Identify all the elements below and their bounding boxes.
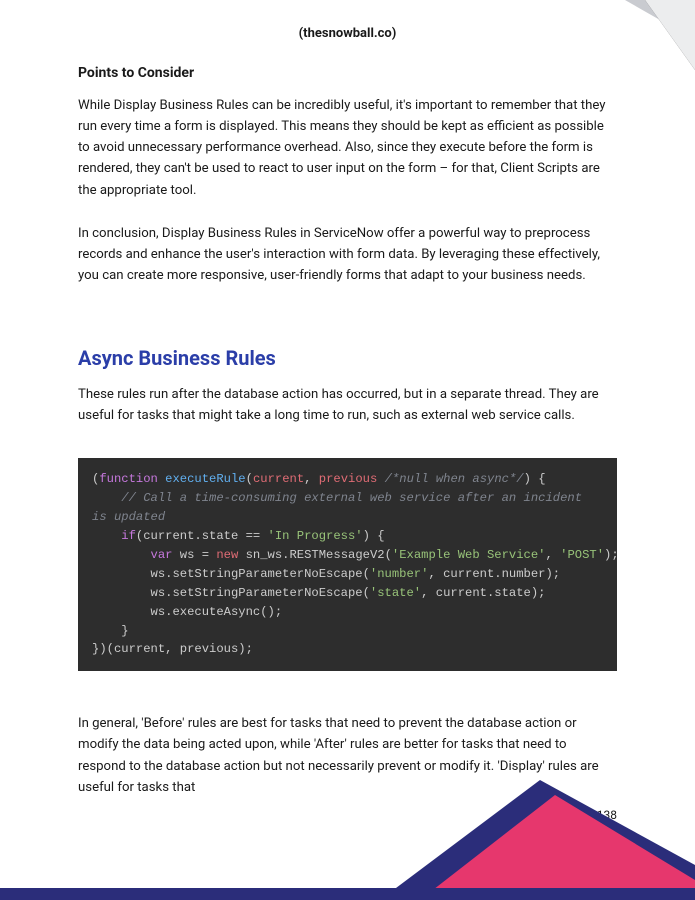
footer-decoration <box>0 780 695 900</box>
code-block: (function executeRule(current, previous … <box>78 458 617 671</box>
page-content: Points to Consider While Display Busines… <box>0 65 695 798</box>
points-paragraph-2: In conclusion, Display Business Rules in… <box>78 223 617 286</box>
points-to-consider-heading: Points to Consider <box>78 65 617 81</box>
async-business-rules-heading: Async Business Rules <box>78 346 617 370</box>
header-brand: (thesnowball.co) <box>0 0 695 65</box>
code-comment: // Call a time-consuming external web se… <box>92 489 603 527</box>
page-number: 138 <box>597 808 617 822</box>
async-intro-paragraph: These rules run after the database actio… <box>78 384 617 426</box>
async-after-paragraph: In general, 'Before' rules are best for … <box>78 713 617 798</box>
points-paragraph-1: While Display Business Rules can be incr… <box>78 95 617 201</box>
